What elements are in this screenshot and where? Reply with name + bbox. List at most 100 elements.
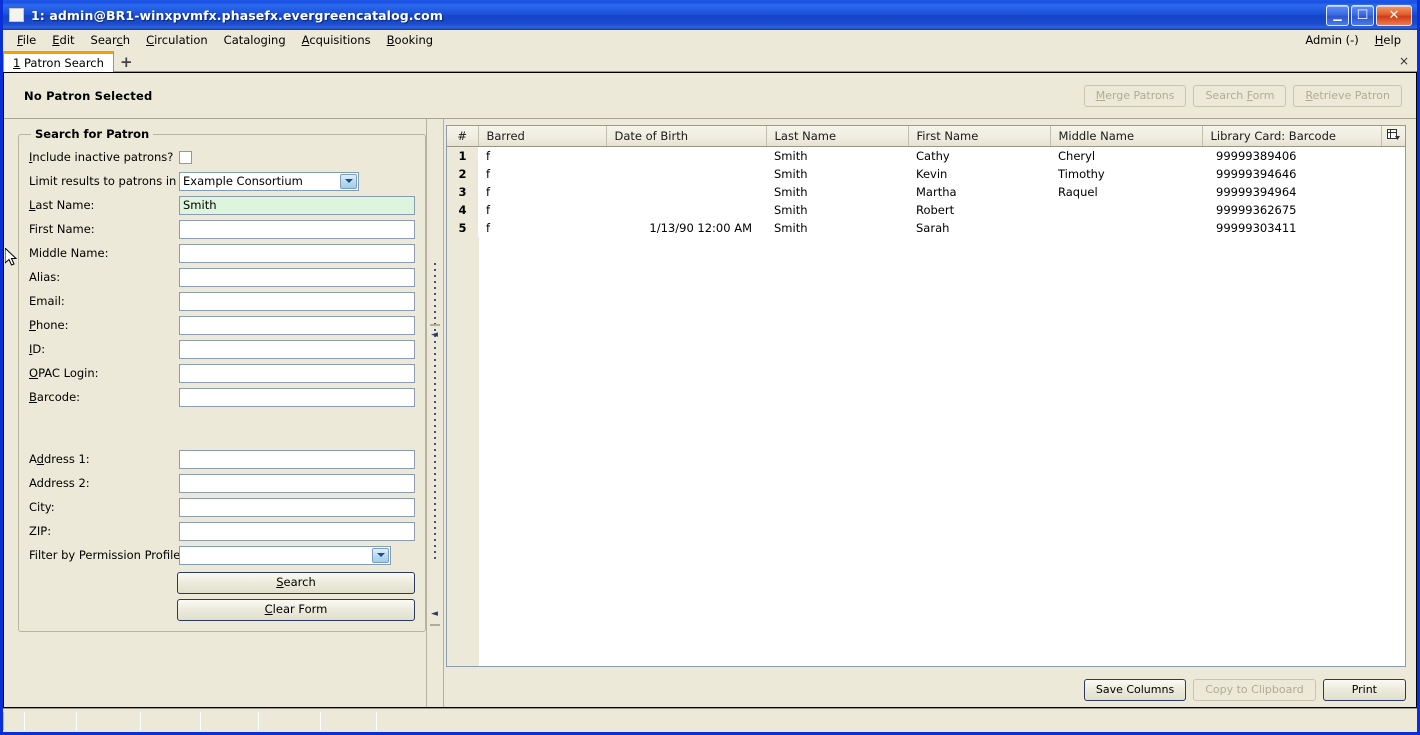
pane-splitter[interactable]: ◄ ◄: [426, 119, 444, 707]
column-header-last-name[interactable]: Last Name: [766, 126, 909, 147]
row-email: Email:: [29, 289, 415, 313]
print-button[interactable]: Print: [1322, 679, 1406, 701]
cell-barcode: 99999394646: [1216, 166, 1297, 181]
results-table: # Barred Date of Birth Last Name First N…: [447, 126, 1405, 237]
column-header-library-card-barcode[interactable]: Library Card: Barcode: [1202, 126, 1382, 147]
maximize-button[interactable]: ☐: [1351, 4, 1374, 26]
menu-booking[interactable]: Booking: [381, 32, 443, 48]
cell-spacer: [1381, 201, 1405, 219]
column-header-middle-name[interactable]: Middle Name: [1050, 126, 1203, 147]
last-name-label: Last Name:: [29, 198, 95, 212]
menu-help[interactable]: Help: [1369, 32, 1411, 48]
status-cell-6: [321, 712, 377, 730]
clear-form-button[interactable]: Clear Form: [177, 599, 415, 621]
status-bar: [3, 708, 1417, 732]
tab-label: Patron Search: [23, 56, 104, 70]
grid-empty-area: [447, 236, 1405, 666]
cell-barcode: 99999389406: [1216, 148, 1297, 163]
splitter-tick-bottom: [430, 624, 440, 626]
column-header-barred[interactable]: Barred: [478, 126, 607, 147]
cell-last-name: Smith: [774, 202, 808, 217]
email-input[interactable]: [179, 291, 415, 311]
row-permission-profile: Filter by Permission Profile:: [29, 543, 415, 567]
cell-last-name: Smith: [774, 220, 808, 235]
menu-circulation[interactable]: Circulation: [140, 32, 218, 48]
table-row[interactable]: 4 f Smith Robert 99999362675: [447, 200, 1405, 219]
results-grid: # Barred Date of Birth Last Name First N…: [446, 125, 1406, 667]
column-header-dob[interactable]: Date of Birth: [606, 126, 767, 147]
merge-patrons-button[interactable]: Merge Patrons: [1083, 84, 1187, 107]
status-cell-1: [25, 712, 77, 730]
menu-file[interactable]: File: [11, 32, 46, 48]
copy-to-clipboard-button[interactable]: Copy to Clipboard: [1193, 679, 1316, 701]
address1-input[interactable]: [179, 449, 415, 469]
status-cell-4: [201, 712, 259, 730]
menu-search[interactable]: Search: [85, 32, 141, 48]
close-button[interactable]: ✕: [1376, 4, 1412, 26]
barcode-input[interactable]: [179, 387, 415, 407]
window-title: 1: admin@BR1-winxpvmfx.phasefx.evergreen…: [31, 7, 443, 23]
results-actions: Save Columns Copy to Clipboard Print: [446, 667, 1406, 707]
table-row[interactable]: 5 f 1/13/90 12:00 AM Smith Sarah 9999930…: [447, 218, 1405, 237]
tab-patron-search[interactable]: 1 Patron Search: [3, 51, 114, 72]
cell-last-name: Smith: [774, 166, 808, 181]
splitter-grip: [434, 263, 436, 563]
table-row[interactable]: 1 f Smith Cathy Cheryl 99999389406: [447, 146, 1405, 165]
permission-profile-select[interactable]: [179, 545, 391, 565]
address2-input[interactable]: [179, 473, 415, 493]
zip-input[interactable]: [179, 521, 415, 541]
cell-spacer: [1381, 183, 1405, 201]
id-input[interactable]: [179, 339, 415, 359]
row-opac-login: OPAC Login:: [29, 361, 415, 385]
retrieve-patron-button[interactable]: Retrieve Patron: [1293, 84, 1402, 107]
include-inactive-checkbox[interactable]: [179, 150, 192, 164]
first-name-input[interactable]: [179, 219, 415, 239]
middle-name-input[interactable]: [179, 243, 415, 263]
last-name-input[interactable]: [179, 195, 415, 215]
splitter-collapse-left-icon[interactable]: ◄: [431, 331, 439, 340]
cell-barred: f: [486, 166, 491, 181]
row-barcode: Barcode:: [29, 385, 415, 409]
search-button[interactable]: Search: [177, 572, 415, 594]
tab-strip: 1 Patron Search + ×: [3, 49, 1417, 72]
middle-name-label: Middle Name:: [29, 246, 109, 260]
table-row[interactable]: 3 f Smith Martha Raquel 99999394964: [447, 182, 1405, 201]
minimize-button[interactable]: _: [1326, 3, 1349, 26]
cell-first-name: Cathy: [916, 148, 950, 163]
table-row[interactable]: 2 f Smith Kevin Timothy 99999394646: [447, 164, 1405, 183]
grid-row-number-strip: [447, 236, 479, 666]
menu-edit[interactable]: Edit: [46, 32, 84, 48]
permission-profile-label: Filter by Permission Profile:: [29, 548, 185, 562]
close-tab-icon[interactable]: ×: [1399, 54, 1409, 68]
column-picker-button[interactable]: [1381, 126, 1405, 147]
menu-acquisitions[interactable]: Acquisitions: [296, 32, 381, 48]
patron-summary-bar: No Patron Selected Merge Patrons Search …: [4, 73, 1416, 119]
email-label: Email:: [29, 294, 65, 308]
limit-results-select[interactable]: Example Consortium: [179, 171, 359, 191]
row-first-name: First Name:: [29, 217, 415, 241]
splitter-collapse-right-icon[interactable]: ◄: [431, 610, 439, 619]
results-pane: # Barred Date of Birth Last Name First N…: [444, 119, 1416, 707]
menu-cataloging[interactable]: Cataloging: [218, 32, 296, 48]
opac-login-label: OPAC Login:: [29, 366, 99, 380]
phone-input[interactable]: [179, 315, 415, 335]
alias-input[interactable]: [179, 267, 415, 287]
cell-number: 5: [447, 218, 478, 237]
cell-middle-name: Cheryl: [1058, 148, 1096, 163]
title-bar: 1: admin@BR1-winxpvmfx.phasefx.evergreen…: [3, 0, 1417, 30]
new-tab-icon[interactable]: +: [120, 55, 133, 70]
menu-admin[interactable]: Admin (-): [1299, 32, 1368, 48]
column-picker-icon: [1386, 128, 1400, 141]
column-header-number[interactable]: #: [447, 126, 479, 147]
save-columns-button[interactable]: Save Columns: [1083, 679, 1187, 701]
close-icon: ✕: [1388, 7, 1400, 23]
id-label: ID:: [29, 342, 46, 356]
status-cell-main: [377, 712, 1417, 730]
chevron-down-icon: [372, 547, 389, 563]
cell-dob: [606, 165, 766, 183]
city-input[interactable]: [179, 497, 415, 517]
table-header-row: # Barred Date of Birth Last Name First N…: [447, 126, 1405, 147]
column-header-first-name[interactable]: First Name: [908, 126, 1051, 147]
search-form-button[interactable]: Search Form: [1193, 84, 1287, 107]
opac-login-input[interactable]: [179, 363, 415, 383]
